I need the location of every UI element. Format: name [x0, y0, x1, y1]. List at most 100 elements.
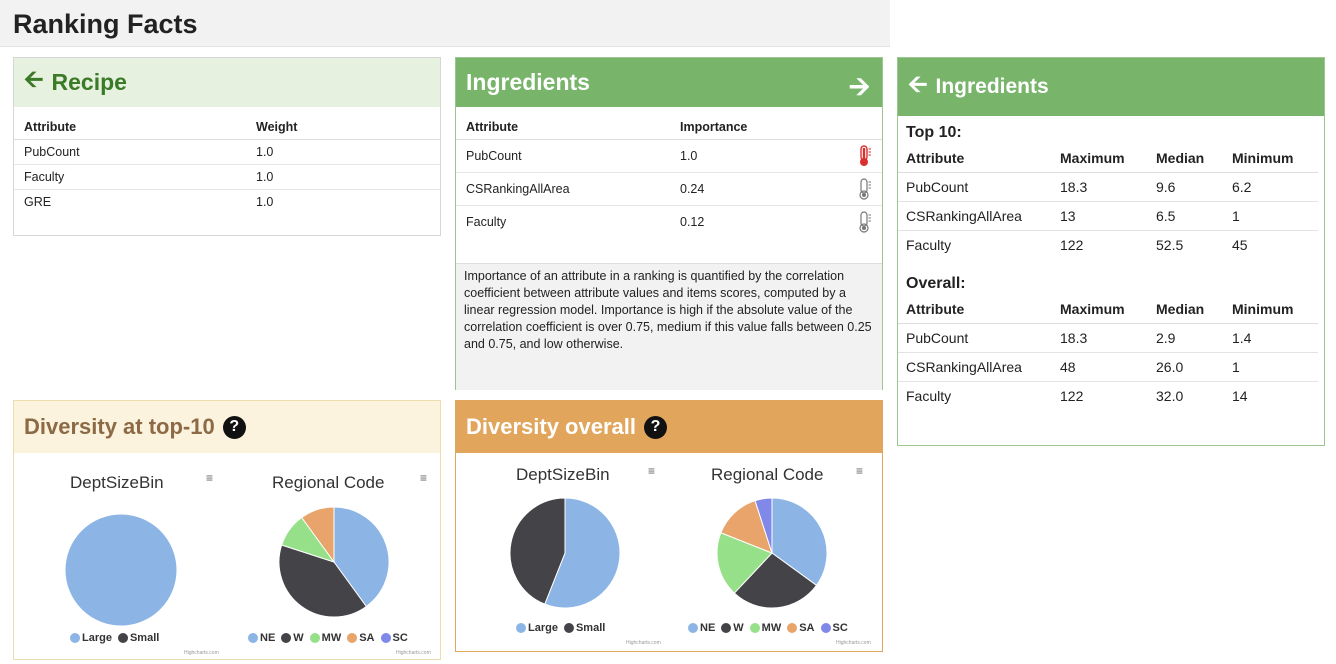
pie-slice-large[interactable]: [64, 513, 178, 627]
chart-legend: NE W MW SA SC: [248, 632, 408, 644]
cell-importance: 0.24: [670, 172, 823, 206]
title-bar: Ranking Facts: [0, 0, 890, 47]
cell-attribute: Faculty: [14, 164, 246, 190]
cell-attribute: PubCount: [14, 139, 246, 165]
thermometer-low-icon: [859, 211, 871, 233]
cell-median: 26.0: [1148, 352, 1224, 382]
ingredients-table: Attribute Importance PubCount 1.0 CSRank…: [456, 115, 882, 238]
table-row: CSRankingAllArea 0.24: [456, 172, 882, 206]
cell-importance: 0.12: [680, 215, 705, 229]
chart-menu-icon[interactable]: ≡: [648, 464, 655, 478]
overall-table: Attribute Maximum Median Minimum PubCoun…: [898, 295, 1318, 410]
legend-item-large[interactable]: Large: [70, 632, 112, 644]
cell-median: 6.5: [1148, 201, 1224, 231]
recipe-title: Recipe: [51, 69, 127, 95]
legend-marker-icon: [70, 633, 80, 643]
ingredients-panel: Ingredients 🡪 Attribute Importance PubCo…: [455, 57, 883, 390]
help-icon[interactable]: ?: [222, 415, 246, 439]
cell-attribute: PubCount: [898, 323, 1052, 353]
legend-label: NE: [700, 622, 716, 634]
legend-item-sa[interactable]: SA: [787, 622, 815, 634]
chart-menu-icon[interactable]: ≡: [420, 471, 427, 485]
legend-item-small[interactable]: Small: [563, 622, 605, 634]
legend-label: SA: [359, 632, 375, 644]
legend-item-ne[interactable]: NE: [248, 632, 275, 644]
legend-marker-icon: [749, 623, 760, 633]
table-row: PubCount 1.0: [14, 139, 440, 165]
cell-maximum: 18.3: [1052, 172, 1148, 202]
cell-attribute: Faculty: [906, 388, 952, 404]
legend-label: Large: [528, 622, 558, 634]
legend-marker-icon: [688, 623, 698, 633]
legend-item-ne[interactable]: NE: [688, 622, 715, 634]
cell-attribute: CSRankingAllArea: [898, 352, 1052, 382]
recipe-table: Attribute Weight PubCount 1.0 Faculty 1.…: [14, 115, 440, 214]
legend-item-large[interactable]: Large: [516, 622, 558, 634]
cell-maximum: 13: [1052, 201, 1148, 231]
arrow-left-icon[interactable]: 🡨: [908, 67, 928, 108]
chart-menu-icon[interactable]: ≡: [856, 464, 863, 478]
legend-marker-icon: [347, 633, 358, 643]
legend-marker-icon: [309, 633, 320, 643]
col-header-attribute: Attribute: [898, 295, 1052, 324]
chart-credit: Highcharts.com: [184, 650, 219, 656]
arrow-right-icon[interactable]: 🡪: [849, 68, 870, 112]
diversity-overall-panel: Diversity overall ? DeptSizeBin ≡ Large S…: [455, 400, 883, 652]
importance-description: Importance of an attribute in a ranking …: [456, 263, 882, 390]
thermometer-high-icon: [860, 145, 871, 166]
legend-marker-icon: [563, 623, 574, 633]
legend-item-sc[interactable]: SC: [380, 632, 408, 644]
legend-label: NE: [260, 632, 276, 644]
cell-maximum: 122: [1060, 388, 1084, 404]
legend-item-mw[interactable]: MW: [749, 622, 782, 634]
diversity-overall-header: Diversity overall ?: [456, 401, 882, 453]
legend-item-sa[interactable]: SA: [347, 632, 375, 644]
cell-attribute: CSRankingAllArea: [456, 172, 670, 206]
col-header-median: Median: [1148, 295, 1224, 324]
col-header-attribute: Attribute: [898, 144, 1052, 173]
recipe-header[interactable]: 🡨 Recipe: [14, 58, 440, 107]
legend-marker-icon: [248, 633, 258, 643]
ingredients-detail-header[interactable]: 🡨 Ingredients: [898, 58, 1324, 116]
cell-attribute: CSRankingAllArea: [898, 201, 1052, 231]
legend-marker-icon: [380, 633, 391, 643]
chart-area: DeptSizeBin ≡ Large Small Regional Code ≡…: [456, 453, 882, 651]
legend-label: Small: [129, 632, 160, 644]
col-header-weight: Weight: [246, 115, 440, 140]
legend-item-sc[interactable]: SC: [820, 622, 848, 634]
legend-item-w[interactable]: W: [281, 632, 304, 644]
table-row: PubCount 1.0: [456, 139, 882, 173]
cell-maximum: 122: [1060, 237, 1084, 253]
legend-item-mw[interactable]: MW: [309, 632, 341, 644]
cell-median: 2.9: [1148, 323, 1224, 353]
pie-chart: [509, 497, 621, 609]
cell-attribute: PubCount: [456, 139, 670, 173]
diversity-top10-title: Diversity at top-10: [24, 414, 215, 439]
ingredients-header[interactable]: Ingredients 🡪: [456, 58, 882, 107]
legend-label: SC: [392, 632, 408, 644]
cell-attribute: Faculty: [906, 237, 952, 253]
cell-median: 52.5: [1156, 237, 1184, 253]
help-icon[interactable]: ?: [643, 415, 667, 439]
table-row: CSRankingAllArea 13 6.5 1: [898, 201, 1318, 231]
legend-label: W: [733, 622, 744, 634]
chart-menu-icon[interactable]: ≡: [206, 471, 213, 485]
chart-title: Regional Code: [272, 473, 385, 492]
diversity-overall-title: Diversity overall: [466, 414, 636, 439]
col-header-attribute: Attribute: [456, 115, 670, 140]
diversity-top10-panel: Diversity at top-10 ? DeptSizeBin ≡ Larg…: [13, 400, 441, 660]
col-header-attribute: Attribute: [14, 115, 246, 140]
cell-maximum: 18.3: [1052, 323, 1148, 353]
arrow-left-icon[interactable]: 🡨: [24, 62, 44, 103]
col-header-minimum: Minimum: [1224, 144, 1318, 173]
cell-median: 9.6: [1148, 172, 1224, 202]
pie-chart: [278, 506, 390, 618]
cell-median: 32.0: [1156, 388, 1184, 404]
legend-marker-icon: [787, 623, 798, 633]
col-header-maximum: Maximum: [1052, 295, 1148, 324]
legend-item-small[interactable]: Small: [117, 632, 160, 644]
col-header-maximum: Maximum: [1052, 144, 1148, 173]
cell-weight: 1.0: [246, 139, 440, 165]
legend-label: MW: [761, 622, 782, 634]
legend-item-w[interactable]: W: [721, 622, 744, 634]
